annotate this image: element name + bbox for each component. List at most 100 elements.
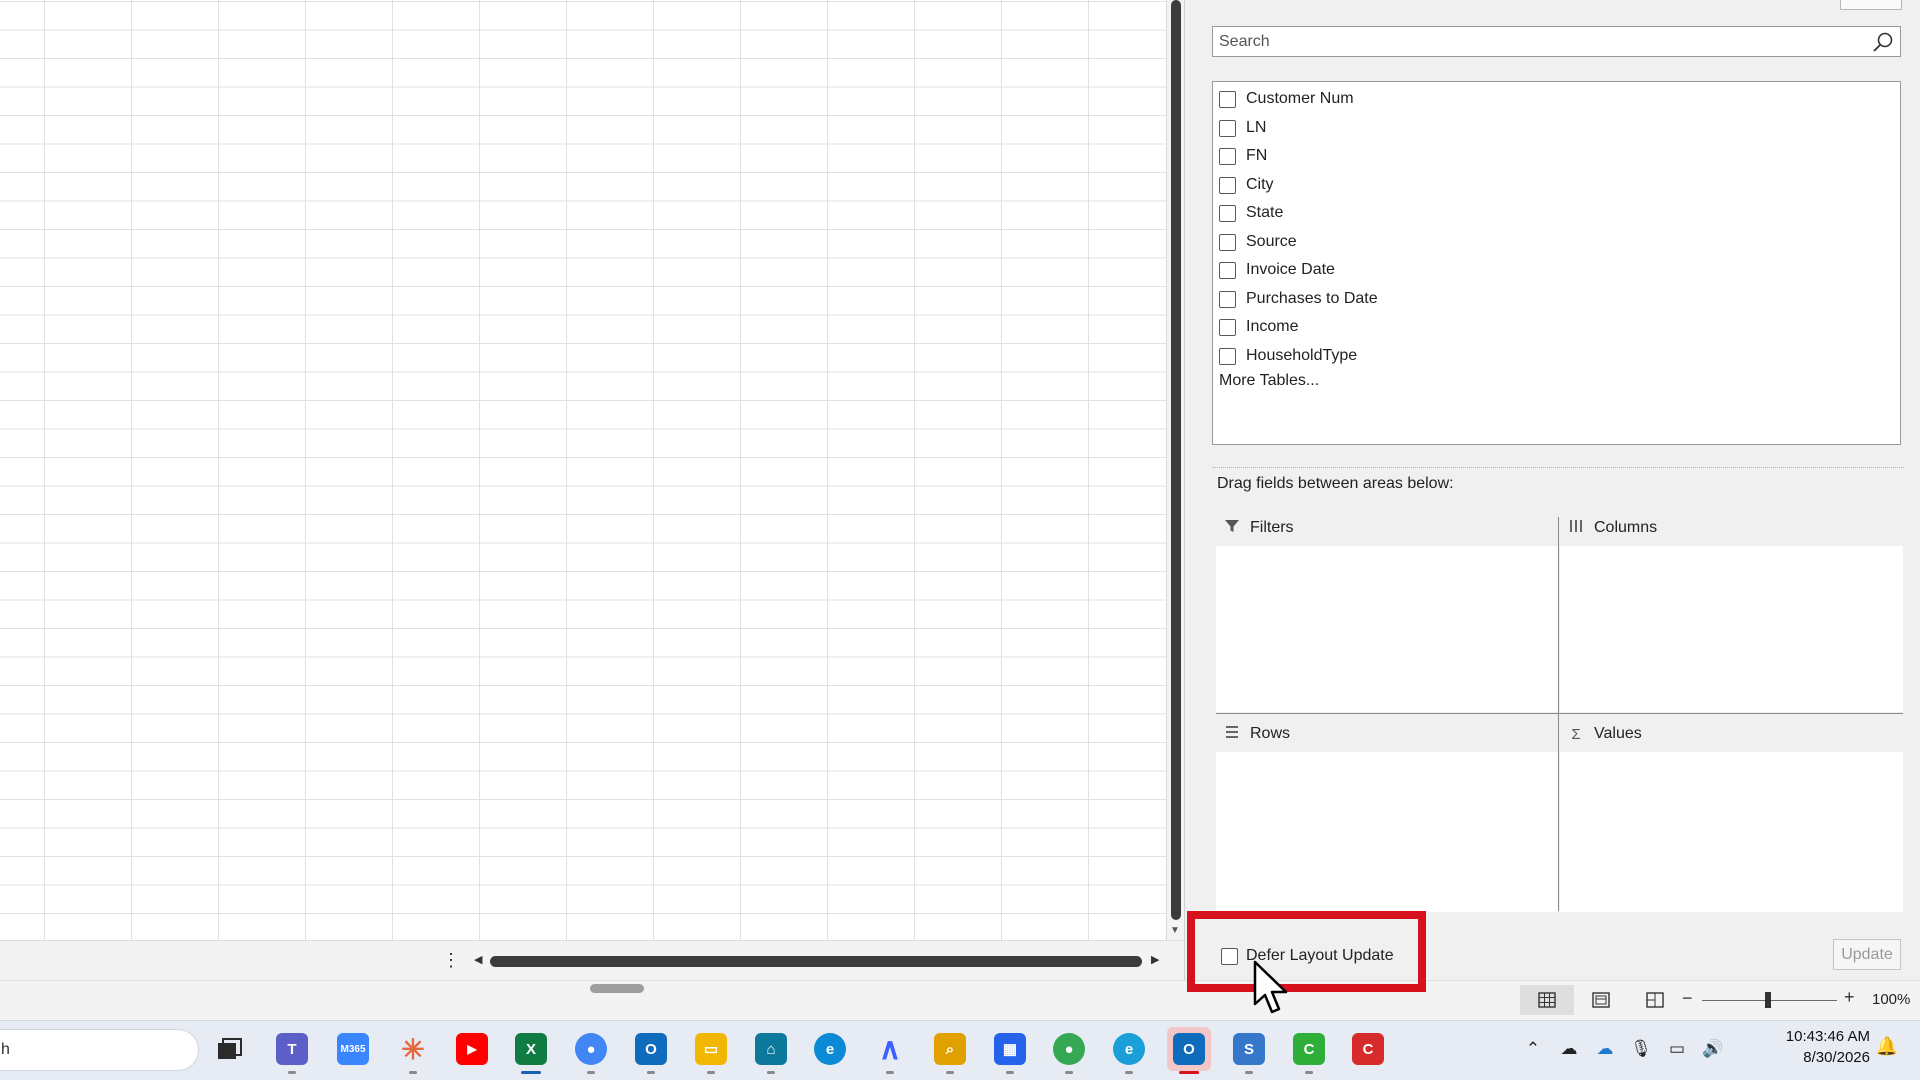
calendar-app-icon[interactable]: ▦ — [988, 1027, 1032, 1074]
field-checkbox[interactable] — [1219, 204, 1236, 222]
chrome-alt-icon[interactable]: ● — [1047, 1027, 1091, 1074]
volume-icon[interactable]: 🔊 — [1695, 1039, 1731, 1059]
values-drop-zone[interactable] — [1560, 752, 1903, 912]
cloud-icon[interactable]: ☁ — [1551, 1039, 1587, 1059]
camtasia-green-icon[interactable]: C — [1287, 1027, 1331, 1074]
scroll-right-arrow-icon[interactable]: ▶ — [1151, 953, 1159, 966]
update-button[interactable]: Update — [1833, 939, 1901, 970]
vertical-scrollbar-thumb[interactable] — [1171, 0, 1181, 920]
clock[interactable]: 10:43:46 AM 8/30/2026 — [1770, 1026, 1870, 1068]
system-tray: ⌃ ☁ ☁ 🎙 ▭ 🔊 — [1515, 1034, 1731, 1064]
field-label[interactable]: Income — [1246, 318, 1298, 336]
filters-area-title: Filters — [1250, 519, 1294, 536]
vertical-scrollbar[interactable]: ▼ — [1166, 0, 1184, 940]
field-item[interactable]: Customer Num — [1219, 87, 1354, 111]
outlook-icon[interactable]: O — [1167, 1027, 1211, 1074]
zoom-in-icon[interactable]: + — [1844, 987, 1855, 1008]
excel-icon[interactable]: X — [509, 1027, 553, 1074]
file-explorer-icon[interactable]: ▭ — [689, 1027, 733, 1074]
spreadsheet-grid[interactable] — [0, 0, 1166, 940]
network-app-icon[interactable]: ⌂ — [749, 1027, 793, 1074]
field-item[interactable]: LN — [1219, 116, 1266, 140]
field-checkbox[interactable] — [1219, 176, 1236, 194]
field-item[interactable]: City — [1219, 173, 1274, 197]
field-checkbox[interactable] — [1219, 290, 1236, 308]
page-break-preview-button[interactable] — [1628, 985, 1682, 1015]
network-icon[interactable]: ▭ — [1659, 1039, 1695, 1059]
field-checkbox[interactable] — [1219, 347, 1236, 365]
field-item[interactable]: FN — [1219, 144, 1267, 168]
nord-icon[interactable]: ∧ — [868, 1027, 912, 1074]
field-label[interactable]: LN — [1246, 119, 1266, 137]
edge-alt-icon[interactable]: e — [1107, 1027, 1151, 1074]
snagit-icon[interactable]: S — [1227, 1027, 1271, 1074]
field-checkbox[interactable] — [1219, 233, 1236, 251]
split-handle[interactable] — [590, 984, 644, 993]
field-item[interactable]: State — [1219, 201, 1283, 225]
claude-icon[interactable]: ✳ — [391, 1027, 435, 1074]
values-area-title: Values — [1594, 725, 1642, 742]
teams-icon[interactable]: T — [270, 1027, 314, 1074]
m365-icon[interactable]: M365 — [331, 1027, 375, 1071]
field-item[interactable]: Invoice Date — [1219, 258, 1335, 282]
rows-area[interactable]: Rows — [1216, 716, 1558, 912]
more-tables-link[interactable]: More Tables... — [1219, 372, 1319, 390]
columns-drop-zone[interactable] — [1560, 546, 1903, 712]
zoom-out-icon[interactable]: − — [1682, 988, 1693, 1009]
search-docs-icon[interactable]: ⌕ — [928, 1027, 972, 1074]
rows-drop-zone[interactable] — [1216, 752, 1558, 912]
search-icon[interactable] — [1872, 31, 1894, 53]
field-label[interactable]: City — [1246, 176, 1274, 194]
zoom-level[interactable]: 100% — [1872, 991, 1910, 1008]
more-options-icon[interactable]: ⋮ — [442, 950, 460, 971]
field-label[interactable]: Customer Num — [1246, 90, 1354, 108]
highlight-box — [1187, 911, 1426, 992]
field-checkbox[interactable] — [1219, 90, 1236, 108]
onedrive-icon[interactable]: ☁ — [1587, 1039, 1623, 1059]
field-checkbox[interactable] — [1219, 261, 1236, 279]
field-checkbox[interactable] — [1219, 147, 1236, 165]
camtasia-red-icon[interactable]: C — [1346, 1027, 1390, 1071]
horizontal-scrollbar-thumb[interactable] — [490, 956, 1142, 967]
field-checkbox[interactable] — [1219, 119, 1236, 137]
pane-options-button[interactable] — [1840, 0, 1902, 10]
field-label[interactable]: HouseholdType — [1246, 347, 1357, 365]
field-label[interactable]: Source — [1246, 233, 1297, 251]
taskbar-search[interactable]: h — [0, 1029, 199, 1071]
taskbar-search-text[interactable]: h — [1, 1041, 10, 1059]
field-checkbox[interactable] — [1219, 318, 1236, 336]
field-label[interactable]: Invoice Date — [1246, 261, 1335, 279]
edge-icon[interactable]: e — [808, 1027, 852, 1071]
field-item[interactable]: Income — [1219, 315, 1298, 339]
scroll-left-arrow-icon[interactable]: ◀ — [474, 953, 482, 966]
columns-area[interactable]: Columns — [1560, 510, 1903, 712]
zoom-control: − + 100% — [1682, 987, 1920, 1010]
chevron-up-icon[interactable]: ⌃ — [1515, 1039, 1551, 1059]
notification-icon[interactable]: 🔔 — [1872, 1036, 1902, 1057]
outlook-mail-icon[interactable]: O — [629, 1027, 673, 1074]
field-item[interactable]: HouseholdType — [1219, 344, 1357, 368]
microphone-icon[interactable]: 🎙 — [1623, 1039, 1659, 1059]
zoom-slider-knob[interactable] — [1765, 992, 1771, 1008]
grid-view-icon — [1538, 992, 1556, 1008]
field-search-box[interactable] — [1212, 26, 1901, 57]
field-label[interactable]: State — [1246, 204, 1283, 222]
filters-area[interactable]: Filters — [1216, 510, 1558, 712]
chrome-profile-icon[interactable]: ● — [569, 1027, 613, 1074]
normal-view-button[interactable] — [1520, 985, 1574, 1015]
values-area[interactable]: Σ Values — [1560, 716, 1903, 912]
filters-drop-zone[interactable] — [1216, 546, 1558, 712]
scroll-down-arrow-icon[interactable]: ▼ — [1170, 925, 1180, 936]
field-label[interactable]: Purchases to Date — [1246, 290, 1378, 308]
youtube-icon[interactable]: ▶ — [450, 1027, 494, 1071]
field-item[interactable]: Purchases to Date — [1219, 287, 1378, 311]
search-input[interactable] — [1219, 31, 1859, 53]
mouse-cursor-icon — [1253, 960, 1288, 1014]
page-layout-view-button[interactable] — [1574, 985, 1628, 1015]
sigma-icon: Σ — [1571, 725, 1581, 743]
field-item[interactable]: Source — [1219, 230, 1297, 254]
rows-icon — [1222, 724, 1242, 744]
field-label[interactable]: FN — [1246, 147, 1267, 165]
view-switcher — [1520, 985, 1682, 1015]
task-view-icon[interactable] — [208, 1027, 252, 1071]
